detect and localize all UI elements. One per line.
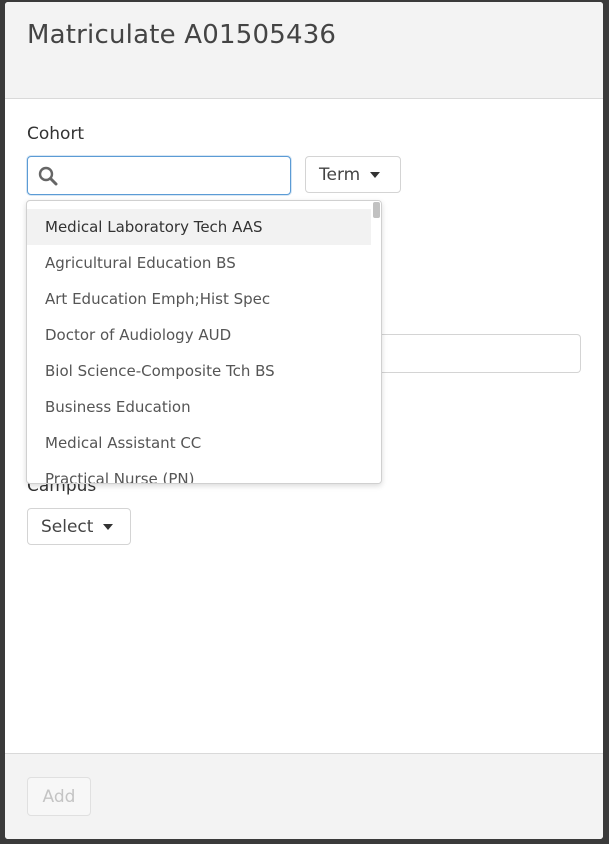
cohort-label: Cohort <box>27 124 85 144</box>
search-icon <box>38 166 58 186</box>
dropdown-scrollbar[interactable] <box>371 201 381 483</box>
dropdown-option[interactable]: Medical Laboratory Tech AAS <box>27 209 372 245</box>
campus-select-label: Select <box>41 516 94 537</box>
term-select-button[interactable]: Term <box>305 156 401 193</box>
dropdown-option[interactable]: Art Education Emph;Hist Spec <box>27 281 372 317</box>
dropdown-option[interactable]: Doctor of Audiology AUD <box>27 317 372 353</box>
matriculate-modal: Matriculate A01505436 Cohort Term Campus… <box>5 2 603 839</box>
caret-down-icon <box>103 523 114 530</box>
cohort-search-input[interactable] <box>66 159 288 193</box>
dropdown-option[interactable]: Agricultural Education BS <box>27 245 372 281</box>
dropdown-option[interactable]: Business Education <box>27 389 372 425</box>
dropdown-option[interactable]: Medical Assistant CC <box>27 425 372 461</box>
add-button[interactable]: Add <box>27 777 91 816</box>
cohort-dropdown-list[interactable]: Medical Laboratory Tech AAS Agricultural… <box>26 200 382 484</box>
cohort-search-field[interactable] <box>27 156 291 195</box>
modal-header: Matriculate A01505436 <box>5 2 603 99</box>
dropdown-option[interactable]: Practical Nurse (PN) <box>27 461 372 483</box>
campus-select-button[interactable]: Select <box>27 508 131 545</box>
dropdown-option[interactable]: Biol Science-Composite Tch BS <box>27 353 372 389</box>
scrollbar-thumb[interactable] <box>373 202 380 218</box>
caret-down-icon <box>370 171 381 178</box>
modal-footer: Add <box>5 753 603 839</box>
term-select-label: Term <box>319 164 361 185</box>
modal-title: Matriculate A01505436 <box>27 20 337 50</box>
hidden-text-field[interactable] <box>376 334 581 373</box>
